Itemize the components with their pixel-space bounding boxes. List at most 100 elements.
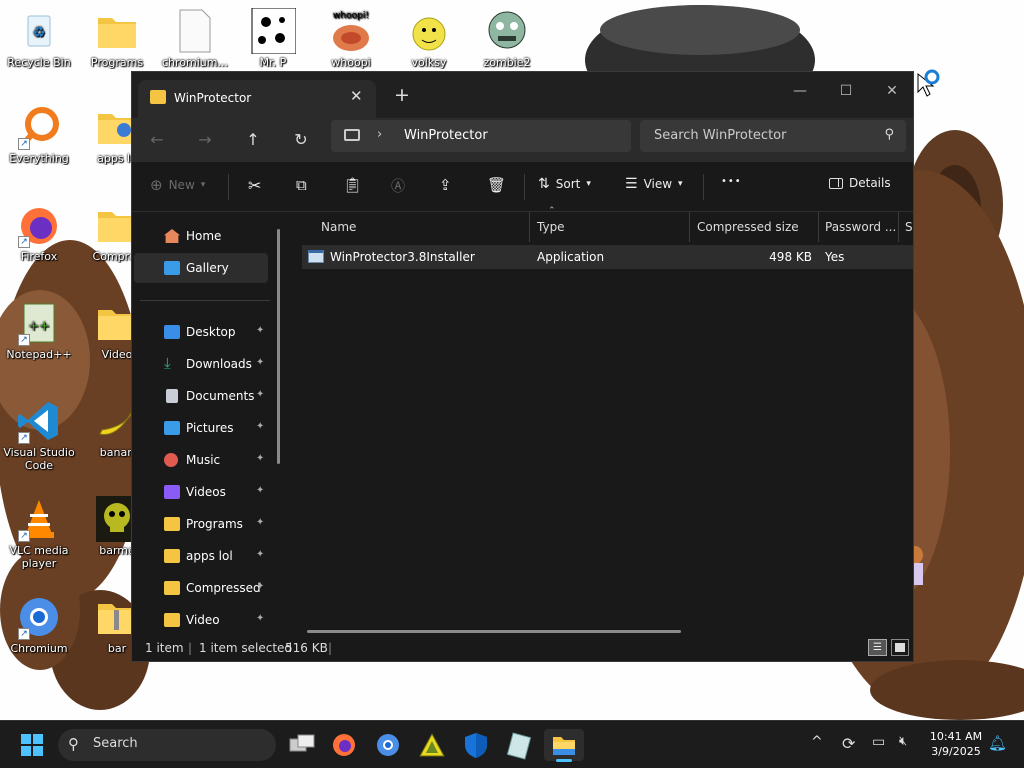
column-divider[interactable] xyxy=(818,212,819,242)
column-divider[interactable] xyxy=(689,212,690,242)
file-explorer-window[interactable]: WinProtector ✕ + — ☐ ✕ ← → ↑ ↻ › WinProt… xyxy=(131,71,914,662)
taskbar-search[interactable]: ⚲ Search xyxy=(58,729,276,761)
paste-button[interactable]: 📋︎ xyxy=(343,176,362,194)
close-window-button[interactable]: ✕ xyxy=(869,76,915,106)
close-tab-button[interactable]: ✕ xyxy=(350,87,363,105)
forward-button[interactable]: → xyxy=(192,128,218,152)
breadcrumb-chevron-icon[interactable]: › xyxy=(377,127,382,142)
more-options-button[interactable]: ••• xyxy=(721,176,742,187)
pin-icon[interactable]: ✦ xyxy=(256,517,264,528)
volume-muted-icon[interactable]: 🔇︎ xyxy=(899,734,907,749)
back-button[interactable]: ← xyxy=(144,128,170,152)
title-bar[interactable]: WinProtector ✕ + — ☐ ✕ xyxy=(132,72,913,118)
breadcrumb-current[interactable]: WinProtector xyxy=(404,128,488,143)
desktop-icon-volksy[interactable]: volksy xyxy=(390,8,468,69)
address-bar[interactable]: › WinProtector xyxy=(331,120,631,152)
desktop-icon-firefox[interactable]: ↗ Firefox xyxy=(0,202,78,263)
sidebar-item-label: Videos xyxy=(186,485,226,499)
desktop-icon-label: Firefox xyxy=(20,250,58,263)
desktop-icon-vlc[interactable]: ↗ VLC media player xyxy=(0,496,78,570)
column-header-compressed-size[interactable]: Compressed size xyxy=(697,212,799,242)
sidebar-item-videos[interactable]: Videos ✦ xyxy=(134,477,268,507)
pin-icon[interactable]: ✦ xyxy=(256,549,264,560)
tab-winprotector[interactable]: WinProtector ✕ xyxy=(138,80,376,118)
sidebar-item-apps-lol[interactable]: apps lol ✦ xyxy=(134,541,268,571)
sidebar-item-music[interactable]: Music ✦ xyxy=(134,445,268,475)
table-row[interactable]: WinProtector3.8Installer Application 498… xyxy=(302,245,913,269)
sidebar-item-video[interactable]: Video ✦ xyxy=(134,605,268,635)
taskbar-app-pen[interactable] xyxy=(500,729,540,761)
taskbar-windows-security[interactable] xyxy=(456,729,496,761)
taskbar-file-explorer[interactable] xyxy=(544,729,584,762)
refresh-button[interactable]: ↻ xyxy=(288,128,314,152)
desktop-icon-notepad-plus-plus[interactable]: ++ ↗ Notepad++ xyxy=(0,300,78,361)
pin-icon[interactable]: ✦ xyxy=(256,357,264,368)
desktop-icon-chromium-file[interactable]: chromium... xyxy=(156,8,234,69)
column-header-name[interactable]: Name xyxy=(321,212,356,242)
view-button[interactable]: ☰ View ▾ xyxy=(625,176,683,192)
search-input[interactable]: Search WinProtector ⚲ xyxy=(640,120,906,152)
pin-icon[interactable]: ✦ xyxy=(256,389,264,400)
show-hidden-icons-chevron[interactable]: ^ xyxy=(811,734,823,750)
sidebar-item-desktop[interactable]: Desktop ✦ xyxy=(134,317,268,347)
copy-button[interactable]: ⧉ xyxy=(296,176,307,194)
desktop-icon-recycle-bin[interactable]: ♻ Recycle Bin xyxy=(0,8,78,69)
desktop-icon-vscode[interactable]: ↗ Visual Studio Code xyxy=(0,398,78,472)
cut-button[interactable]: ✂ xyxy=(248,176,261,195)
desktop-icon-label: Recycle Bin xyxy=(7,56,71,69)
horizontal-scrollbar[interactable] xyxy=(307,630,681,633)
sidebar-item-downloads[interactable]: ⤓ Downloads ✦ xyxy=(134,349,268,379)
file-type: Application xyxy=(537,250,605,264)
column-header-size[interactable]: Si xyxy=(905,212,913,242)
navigation-pane-scrollbar[interactable] xyxy=(277,229,280,464)
delete-button[interactable]: 🗑︎ xyxy=(487,176,506,194)
pin-icon[interactable]: ✦ xyxy=(256,613,264,624)
sync-icon[interactable]: ⟳ xyxy=(842,734,855,753)
paw-print-icon xyxy=(250,7,297,55)
notification-bell-icon[interactable]: 🔔︎ xyxy=(988,734,1007,752)
up-button[interactable]: ↑ xyxy=(240,128,266,152)
sidebar-item-home[interactable]: Home xyxy=(134,221,268,251)
display-icon[interactable]: ▭ xyxy=(872,734,885,750)
pin-icon[interactable]: ✦ xyxy=(256,485,264,496)
share-button[interactable]: ⇪ xyxy=(439,176,452,194)
rename-button[interactable]: Ⓐ xyxy=(391,176,405,196)
shortcut-arrow-icon: ↗ xyxy=(18,432,30,444)
desktop-icon-whoopi[interactable]: whoopi! whoopi xyxy=(312,8,390,69)
column-divider[interactable] xyxy=(529,212,530,242)
tiles-view-icon[interactable] xyxy=(891,639,909,656)
minimize-button[interactable]: — xyxy=(777,76,823,106)
sidebar-item-documents[interactable]: Documents ✦ xyxy=(134,381,268,411)
pin-icon[interactable]: ✦ xyxy=(256,325,264,336)
taskbar-firefox[interactable] xyxy=(324,729,364,761)
column-divider[interactable] xyxy=(898,212,899,242)
system-clock[interactable]: 10:41 AM 3/9/2025 xyxy=(926,729,986,759)
sort-button[interactable]: ⇅ Sort ▾ xyxy=(538,176,591,192)
new-button[interactable]: ⊕ New ▾ xyxy=(150,176,205,194)
taskbar-chromium[interactable] xyxy=(368,729,408,761)
pin-icon[interactable]: ✦ xyxy=(256,453,264,464)
notepad-icon xyxy=(506,732,532,760)
column-header-password[interactable]: Password ... xyxy=(825,212,896,242)
sidebar-item-programs[interactable]: Programs ✦ xyxy=(134,509,268,539)
desktop-icon-zombie2[interactable]: zombie2 xyxy=(468,8,546,69)
maximize-button[interactable]: ☐ xyxy=(823,76,869,106)
sidebar-item-gallery[interactable]: Gallery xyxy=(134,253,268,283)
task-view-button[interactable] xyxy=(282,729,322,761)
everything-search-icon: ↗ xyxy=(16,104,62,150)
desktop-icon-everything[interactable]: ↗ Everything xyxy=(0,104,78,165)
details-view-icon[interactable]: ☰ xyxy=(868,639,887,656)
pin-icon[interactable]: ✦ xyxy=(256,421,264,432)
sidebar-item-pictures[interactable]: Pictures ✦ xyxy=(134,413,268,443)
desktop-icon-programs[interactable]: Programs xyxy=(78,8,156,69)
desktop-icon-chromium[interactable]: ↗ Chromium xyxy=(0,594,78,655)
new-tab-button[interactable]: + xyxy=(394,84,410,106)
details-pane-button[interactable]: Details xyxy=(829,176,891,190)
sidebar-item-compressed[interactable]: Compressed ✦ xyxy=(134,573,268,603)
column-header-type[interactable]: Type xyxy=(537,212,565,242)
taskbar-app-triangle[interactable] xyxy=(412,729,452,761)
desktop-icon-mr-p[interactable]: Mr. P xyxy=(234,7,312,69)
search-icon: ⚲ xyxy=(884,127,894,142)
start-button[interactable] xyxy=(12,729,52,761)
pin-icon[interactable]: ✦ xyxy=(256,581,264,592)
